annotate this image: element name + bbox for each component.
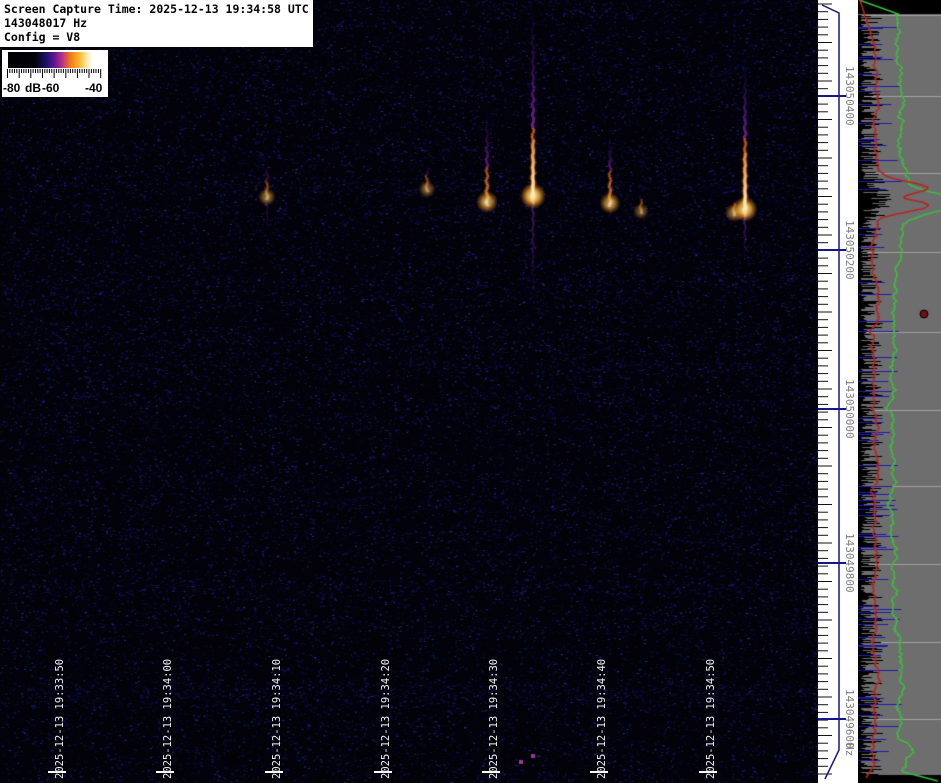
config-text: Config = V8 (4, 30, 313, 44)
scale-unit-label: dB (25, 81, 41, 95)
capture-info-box: Screen Capture Time: 2025-12-13 19:34:58… (0, 0, 313, 47)
frequency-axis-unit: Hz (843, 743, 856, 756)
scale-min-label: -80 (3, 81, 20, 95)
color-scale-legend: -80 dB -60 -40 (2, 50, 108, 97)
frequency-axis[interactable]: 143050400 143050200 143050000 143049800 1430… (818, 0, 858, 783)
frequency-axis-label: 143049800 (843, 533, 856, 593)
frequency-axis-label: 143050000 (843, 379, 856, 439)
time-axis-label: 2025-12-13 19:34:10 (271, 659, 283, 779)
time-axis-label: 2025-12-13 19:34:20 (380, 659, 392, 779)
frequency-axis-label: 143050400 (843, 66, 856, 126)
scale-mid-label: -60 (42, 81, 59, 95)
time-axis-label: 2025-12-13 19:34:30 (488, 659, 500, 779)
color-scale-gradient (8, 52, 99, 68)
color-scale-ruler (6, 69, 104, 80)
time-axis-label: 2025-12-13 19:34:00 (162, 659, 174, 779)
frequency-axis-label: 143049600 (843, 689, 856, 749)
spectrum-graph-panel[interactable] (858, 0, 941, 783)
frequency-axis-label: 143050200 (843, 220, 856, 280)
scale-max-label: -40 (85, 81, 102, 95)
time-axis-label: 2025-12-13 19:34:40 (596, 659, 608, 779)
time-axis-label: 2025-12-13 19:33:50 (54, 659, 66, 779)
center-frequency-text: 143048017 Hz (4, 16, 313, 30)
waterfall-display[interactable] (0, 0, 818, 783)
capture-time-text: Screen Capture Time: 2025-12-13 19:34:58… (4, 2, 313, 16)
time-axis-label: 2025-12-13 19:34:50 (705, 659, 717, 779)
spectrum-lab-window: Screen Capture Time: 2025-12-13 19:34:58… (0, 0, 941, 783)
